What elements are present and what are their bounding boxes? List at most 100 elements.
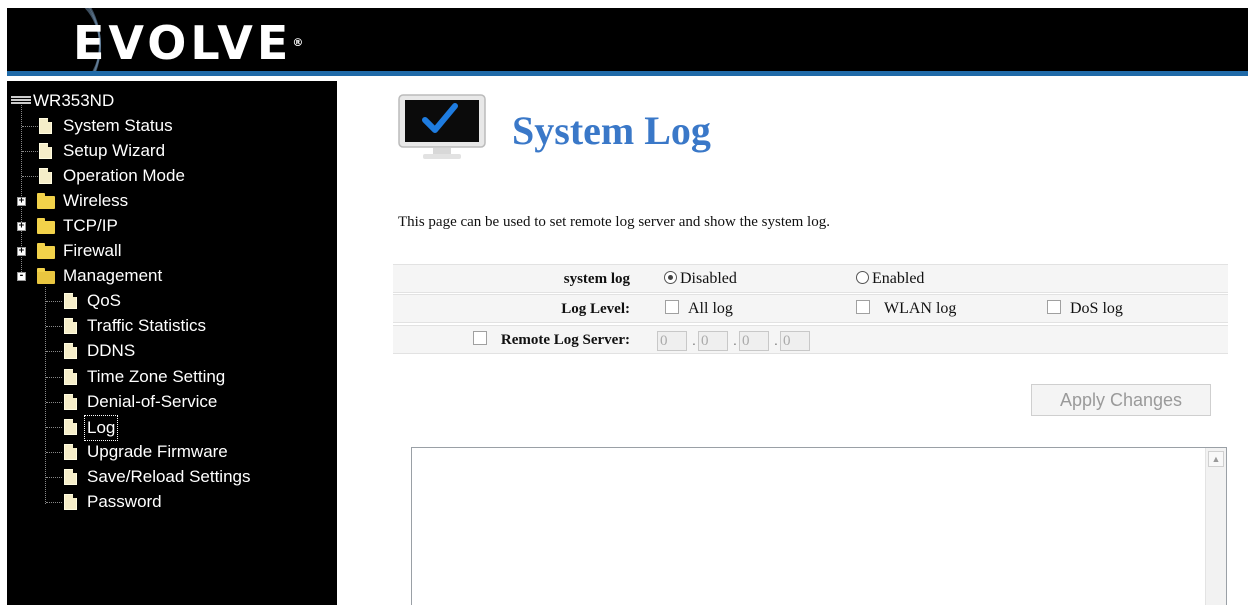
sidebar-item-label: Save/Reload Settings: [87, 467, 251, 486]
folder-open-icon: [37, 268, 55, 284]
page-description: This page can be used to set remote log …: [398, 214, 830, 230]
main-content: System Log This page can be used to set …: [337, 81, 1248, 605]
tree-line: [22, 151, 38, 152]
ip-separator: .: [733, 332, 737, 348]
router-icon: [11, 96, 31, 107]
log-level-row: Log Level: All log WLAN log DoS log: [393, 294, 1228, 323]
sidebar-item-denial-of-service[interactable]: Denial-of-Service: [7, 390, 327, 414]
sidebar-item-system-status[interactable]: System Status: [7, 114, 327, 138]
sidebar-item-label: Management: [63, 266, 163, 285]
ip-octet-1-input[interactable]: 0: [657, 331, 687, 351]
checkbox-all-log[interactable]: [665, 300, 679, 314]
checkbox-wlan-log-label: WLAN log: [884, 300, 957, 317]
tree-line: [46, 477, 62, 478]
header-accent-line: [7, 71, 1248, 76]
sidebar-item-label: Password: [87, 492, 162, 511]
sidebar-item-time-zone-setting[interactable]: Time Zone Setting: [7, 365, 327, 389]
ip-octet-4-input[interactable]: 0: [780, 331, 810, 351]
checkbox-all-log-label: All log: [688, 300, 733, 317]
checkbox-wlan-log-option[interactable]: WLAN log: [856, 295, 956, 323]
sidebar-item-label: Denial-of-Service: [87, 392, 218, 411]
document-icon: [39, 118, 52, 134]
collapse-minus-icon[interactable]: -: [17, 272, 26, 281]
sidebar-item-label: Firewall: [63, 241, 122, 260]
expand-plus-icon[interactable]: +: [17, 222, 26, 231]
tree-line: [46, 377, 62, 378]
log-level-label: Log Level:: [561, 301, 630, 317]
document-icon: [39, 168, 52, 184]
sidebar-item-label: Setup Wizard: [63, 141, 166, 160]
apply-changes-button[interactable]: Apply Changes: [1031, 384, 1211, 416]
document-icon: [64, 419, 77, 435]
sidebar-item-qos[interactable]: QoS: [7, 289, 327, 313]
document-icon: [64, 444, 77, 460]
sidebar-item-upgrade-firmware[interactable]: Upgrade Firmware: [7, 440, 327, 464]
remote-log-server-row: Remote Log Server: 0 . 0 . 0 . 0: [393, 325, 1228, 354]
document-icon: [64, 318, 77, 334]
checkbox-remote-log-server[interactable]: [472, 331, 487, 345]
sidebar-item-management[interactable]: - Management: [7, 264, 327, 288]
system-log-label: system log: [563, 271, 630, 287]
ip-separator: .: [692, 332, 696, 348]
document-icon: [64, 293, 77, 309]
brand-logo: EVOLVE®: [73, 18, 303, 68]
sidebar-item-password[interactable]: Password: [7, 490, 327, 514]
sidebar-item-traffic-statistics[interactable]: Traffic Statistics: [7, 314, 327, 338]
expand-plus-icon[interactable]: +: [17, 197, 26, 206]
checkbox-wlan-log[interactable]: [856, 300, 870, 314]
tree-line: [46, 427, 62, 428]
sidebar-root-wr353nd[interactable]: WR353ND: [7, 89, 327, 113]
radio-enabled-label: Enabled: [872, 270, 925, 287]
log-textarea[interactable]: ▲: [411, 447, 1227, 605]
brand-logo-text: EVOLVE: [73, 16, 293, 70]
system-log-row: system log Disabled Enabled: [393, 264, 1228, 293]
folder-icon: [37, 193, 55, 209]
sidebar-item-firewall[interactable]: + Firewall: [7, 239, 327, 263]
ip-octet-3-input[interactable]: 0: [739, 331, 769, 351]
document-icon: [64, 469, 77, 485]
radio-enabled[interactable]: [856, 271, 869, 284]
sidebar-item-log[interactable]: Log: [7, 415, 327, 441]
sidebar-item-tcpip[interactable]: + TCP/IP: [7, 214, 327, 238]
folder-icon: [37, 243, 55, 259]
radio-enabled-option[interactable]: Enabled: [856, 265, 924, 293]
remote-log-server-label: Remote Log Server:: [472, 326, 630, 354]
checkbox-dos-log[interactable]: [1047, 300, 1061, 314]
radio-disabled-option[interactable]: Disabled: [664, 265, 737, 293]
tree-line: [46, 351, 62, 352]
ip-octet-2-input[interactable]: 0: [698, 331, 728, 351]
document-icon: [64, 394, 77, 410]
monitor-checkmark-icon: [398, 94, 486, 159]
tree-line: [46, 301, 62, 302]
sidebar-item-label: TCP/IP: [63, 216, 118, 235]
checkbox-dos-log-label: DoS log: [1070, 300, 1123, 317]
sidebar-item-label: System Status: [63, 116, 173, 135]
sidebar-item-setup-wizard[interactable]: Setup Wizard: [7, 139, 327, 163]
sidebar-item-ddns[interactable]: DDNS: [7, 339, 327, 363]
document-icon: [64, 369, 77, 385]
remote-log-server-label-text: Remote Log Server:: [500, 332, 630, 348]
radio-disabled[interactable]: [664, 271, 677, 284]
tree-line: [22, 176, 38, 177]
sidebar-root-label: WR353ND: [33, 91, 115, 110]
log-scrollbar[interactable]: ▲: [1205, 448, 1226, 605]
tree-line: [22, 126, 38, 127]
tree-line: [46, 452, 62, 453]
sidebar-item-save-reload-settings[interactable]: Save/Reload Settings: [7, 465, 327, 489]
page-title: System Log: [512, 108, 711, 153]
tree-line: [46, 326, 62, 327]
tree-line: [46, 502, 62, 503]
sidebar-item-label: Traffic Statistics: [87, 316, 207, 335]
scroll-up-arrow-icon[interactable]: ▲: [1208, 451, 1224, 467]
checkbox-all-log-option[interactable]: All log: [665, 295, 733, 323]
folder-icon: [37, 218, 55, 234]
sidebar-item-label-selected: Log: [84, 415, 119, 441]
sidebar-item-operation-mode[interactable]: Operation Mode: [7, 164, 327, 188]
expand-plus-icon[interactable]: +: [17, 247, 26, 256]
sidebar-nav: WR353ND System Status Setup Wizard Opera…: [7, 81, 337, 605]
sidebar-item-wireless[interactable]: + Wireless: [7, 189, 327, 213]
ip-separator: .: [774, 332, 778, 348]
sidebar-item-label: Operation Mode: [63, 166, 185, 185]
document-icon: [64, 494, 77, 510]
checkbox-dos-log-option[interactable]: DoS log: [1047, 295, 1123, 323]
